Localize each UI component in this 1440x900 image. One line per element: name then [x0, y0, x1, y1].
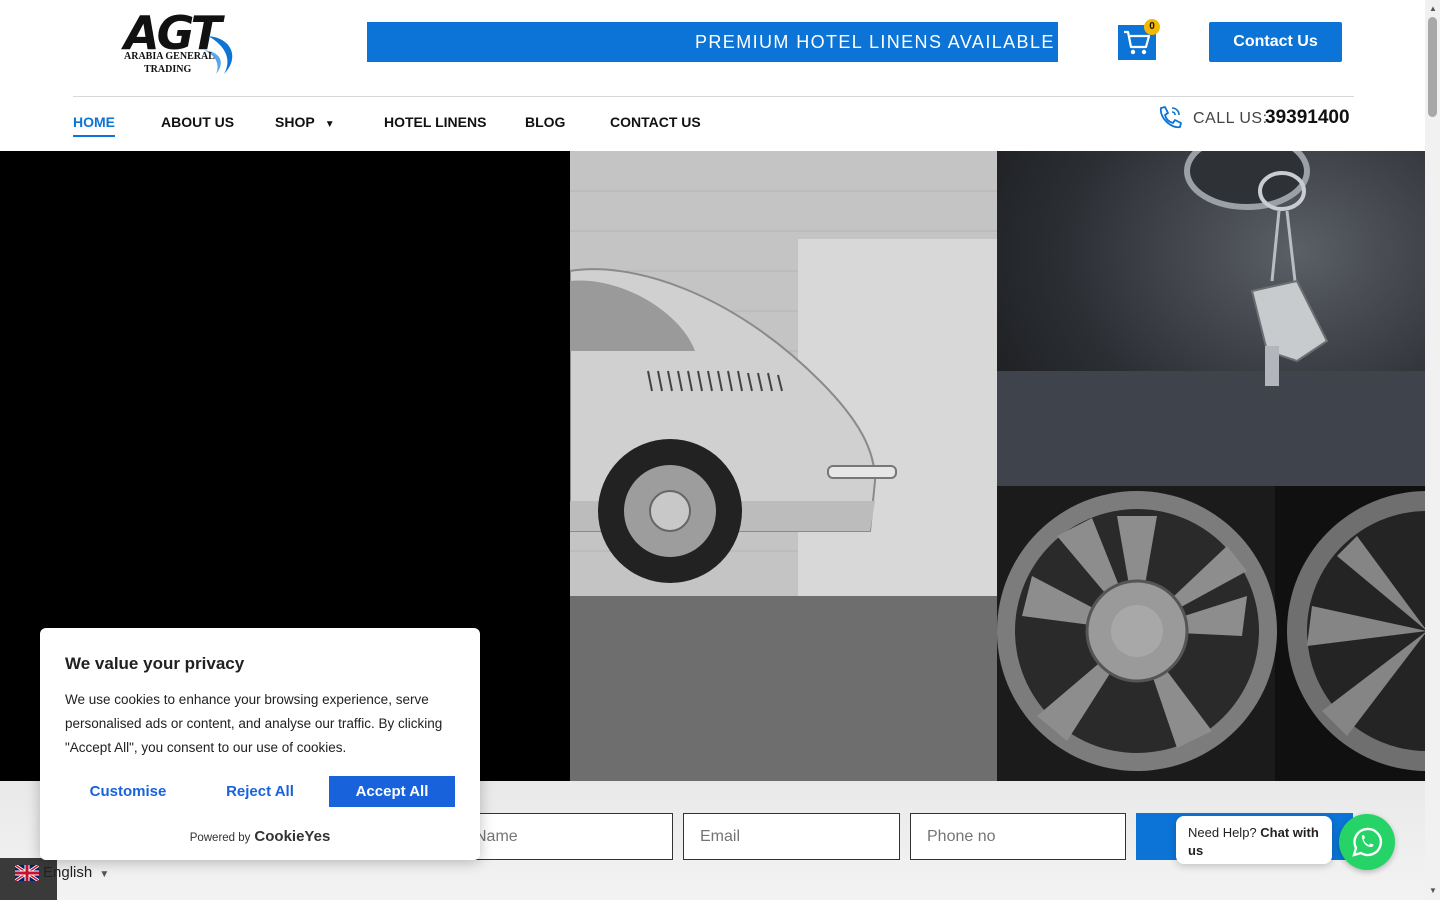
language-label: English	[43, 864, 93, 881]
announcement-ticker: PREMIUM HOTEL LINENS AVAILABLE -	[367, 22, 1058, 62]
chevron-down-icon: ▼	[324, 119, 335, 130]
uk-flag-icon[interactable]	[15, 865, 39, 881]
hero-image-car	[570, 151, 997, 781]
cookieyes-logo: CookieYes	[254, 828, 331, 845]
scroll-up-arrow-icon[interactable]: ▲	[1429, 4, 1437, 13]
help-prompt: Need Help?	[1188, 825, 1257, 840]
nav-contact[interactable]: CONTACT US	[610, 107, 701, 137]
language-selector[interactable]: English ▼	[43, 864, 109, 881]
cookie-accept-button[interactable]: Accept All	[329, 776, 455, 807]
nav-home[interactable]: HOME	[73, 107, 115, 137]
cookie-powered-by[interactable]: Powered by CookieYes	[40, 828, 480, 845]
email-input[interactable]	[683, 813, 900, 860]
hero-image-wheels	[997, 486, 1425, 781]
cookie-reject-button[interactable]: Reject All	[197, 776, 323, 807]
cookie-customise-button[interactable]: Customise	[65, 776, 191, 807]
call-number: 39391400	[1265, 107, 1350, 128]
car-illustration	[570, 151, 997, 781]
caret-down-icon: ▼	[99, 869, 110, 880]
nav-hotel-linens[interactable]: HOTEL LINENS	[384, 107, 486, 137]
name-input[interactable]	[458, 813, 673, 860]
site-logo[interactable]: AGT ARABIA GENERAL TRADING	[122, 8, 242, 80]
hero-image-keys	[997, 151, 1425, 486]
call-label: CALL US:	[1193, 110, 1268, 127]
keys-illustration	[997, 151, 1425, 486]
ticker-text: PREMIUM HOTEL LINENS AVAILABLE -	[695, 32, 1058, 52]
whatsapp-help-bubble[interactable]: Need Help? Chat with us	[1176, 816, 1332, 864]
cookie-title: We value your privacy	[65, 654, 245, 673]
cart-count-badge: 0	[1144, 19, 1160, 35]
contact-us-button[interactable]: Contact Us	[1209, 22, 1342, 62]
nav-shop-label: SHOP	[275, 114, 315, 130]
wheels-illustration	[997, 486, 1425, 781]
phone-input[interactable]	[910, 813, 1126, 860]
whatsapp-button[interactable]	[1339, 814, 1395, 870]
powered-by-label: Powered by	[189, 832, 251, 844]
logo-line2: TRADING	[144, 64, 192, 75]
scroll-down-arrow-icon[interactable]: ▼	[1429, 886, 1437, 895]
cookie-consent-dialog: We value your privacy We use cookies to …	[40, 628, 480, 860]
phone-icon	[1159, 106, 1182, 129]
logo-line1: ARABIA GENERAL	[124, 51, 215, 62]
header-divider	[73, 96, 1354, 97]
cookie-description: We use cookies to enhance your browsing …	[65, 692, 443, 755]
cart-icon	[1124, 30, 1151, 55]
scrollbar-track[interactable]	[1425, 0, 1440, 900]
nav-blog[interactable]: BLOG	[525, 107, 565, 137]
page: AGT ARABIA GENERAL TRADING PREMIUM HOTEL…	[0, 0, 1440, 900]
scrollbar-thumb[interactable]	[1428, 17, 1437, 117]
nav-shop[interactable]: SHOP ▼	[275, 107, 335, 140]
nav-about[interactable]: ABOUT US	[161, 107, 234, 137]
whatsapp-icon	[1352, 827, 1383, 857]
